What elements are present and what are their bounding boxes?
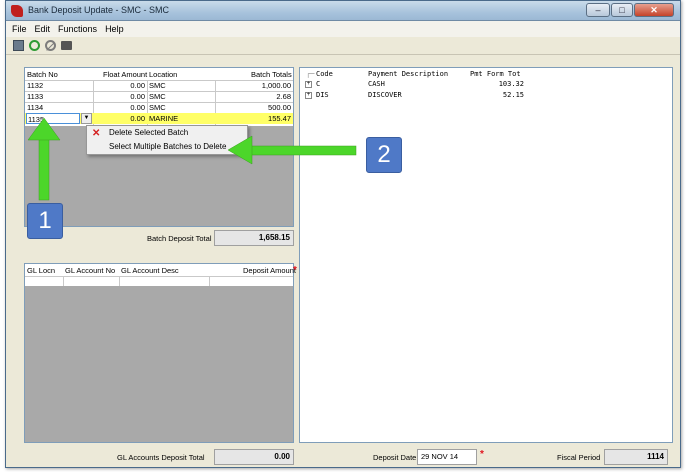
menu-item-select-multiple-batches[interactable]: Select Multiple Batches to Delete [109, 142, 226, 151]
minimize-button[interactable]: – [586, 3, 610, 17]
col-deposit-amount[interactable]: Deposit Amount [243, 266, 296, 275]
col-gl-account-desc[interactable]: GL Account Desc [121, 266, 179, 275]
table-row[interactable]: 1132 0.00 SMC 1,000.00 [25, 80, 293, 91]
maximize-button[interactable]: □ [611, 3, 633, 17]
expand-icon[interactable]: + [305, 92, 312, 99]
required-marker: * [293, 265, 297, 276]
gl-accounts-grid: GL Locn GL Account No GL Account Desc De… [24, 263, 296, 443]
col-float-amount[interactable]: Float Amount [103, 70, 147, 79]
gl-accounts-deposit-total-label: GL Accounts Deposit Total [117, 453, 205, 462]
print-icon[interactable] [61, 41, 72, 50]
col-code[interactable]: Code [316, 70, 333, 78]
menu-bar: File Edit Functions Help [6, 21, 680, 37]
deposit-date-input[interactable]: 29 NOV 14 [417, 449, 477, 465]
selected-table-row[interactable]: 1135 ▼ 0.00 MARINE 155.47 [25, 113, 293, 124]
callout-badge-2: 2 [366, 137, 402, 173]
menu-help[interactable]: Help [105, 24, 124, 34]
batch-deposit-total: 1,658.15 [214, 230, 294, 246]
context-menu: ✕ Delete Selected Batch Select Multiple … [86, 125, 248, 155]
tree-row[interactable]: + DIS DISCOVER 52.15 [300, 90, 540, 101]
table-row[interactable]: 1133 0.00 SMC 2.68 [25, 91, 293, 102]
col-location[interactable]: Location [149, 70, 177, 79]
col-pmt-form-tot[interactable]: Pmt Form Tot [470, 70, 521, 78]
gl-accounts-deposit-total: 0.00 [214, 449, 294, 465]
delete-icon: ✕ [92, 128, 101, 139]
save-icon[interactable] [13, 40, 24, 51]
menu-file[interactable]: File [12, 24, 27, 34]
col-gl-locn[interactable]: GL Locn [27, 266, 55, 275]
payment-tree: ┌─ Code Payment Description Pmt Form Tot… [299, 67, 673, 443]
col-batch-no[interactable]: Batch No [27, 70, 58, 79]
batch-no-input[interactable]: 1135 [26, 113, 80, 124]
menu-functions[interactable]: Functions [58, 24, 97, 34]
callout-badge-1: 1 [27, 203, 63, 239]
batch-deposit-total-label: Batch Deposit Total [147, 234, 212, 243]
fiscal-period-label: Fiscal Period [557, 453, 601, 462]
refresh-icon[interactable] [29, 40, 40, 51]
menu-item-delete-selected-batch[interactable]: Delete Selected Batch [109, 128, 188, 137]
app-icon [11, 5, 23, 17]
window-title: Bank Deposit Update - SMC - SMC [28, 5, 170, 15]
deposit-date-label: Deposit Date [373, 453, 417, 462]
tree-row[interactable]: + C CASH 103.32 [300, 79, 540, 90]
menu-edit[interactable]: Edit [35, 24, 51, 34]
expand-icon[interactable]: + [305, 81, 312, 88]
fiscal-period: 1114 [604, 449, 668, 465]
col-batch-totals[interactable]: Batch Totals [251, 70, 292, 79]
table-row[interactable]: 1134 0.00 SMC 500.00 [25, 102, 293, 113]
required-marker: * [480, 449, 484, 460]
chevron-down-icon[interactable]: ▼ [81, 113, 92, 124]
app-window: Bank Deposit Update - SMC - SMC – □ ✕ Fi… [5, 0, 681, 468]
col-payment-description[interactable]: Payment Description [368, 70, 448, 78]
title-bar: Bank Deposit Update - SMC - SMC – □ ✕ [6, 1, 680, 21]
close-button[interactable]: ✕ [634, 3, 674, 17]
col-gl-account-no[interactable]: GL Account No [65, 266, 115, 275]
cancel-icon[interactable] [45, 40, 56, 51]
toolbar [6, 37, 680, 55]
